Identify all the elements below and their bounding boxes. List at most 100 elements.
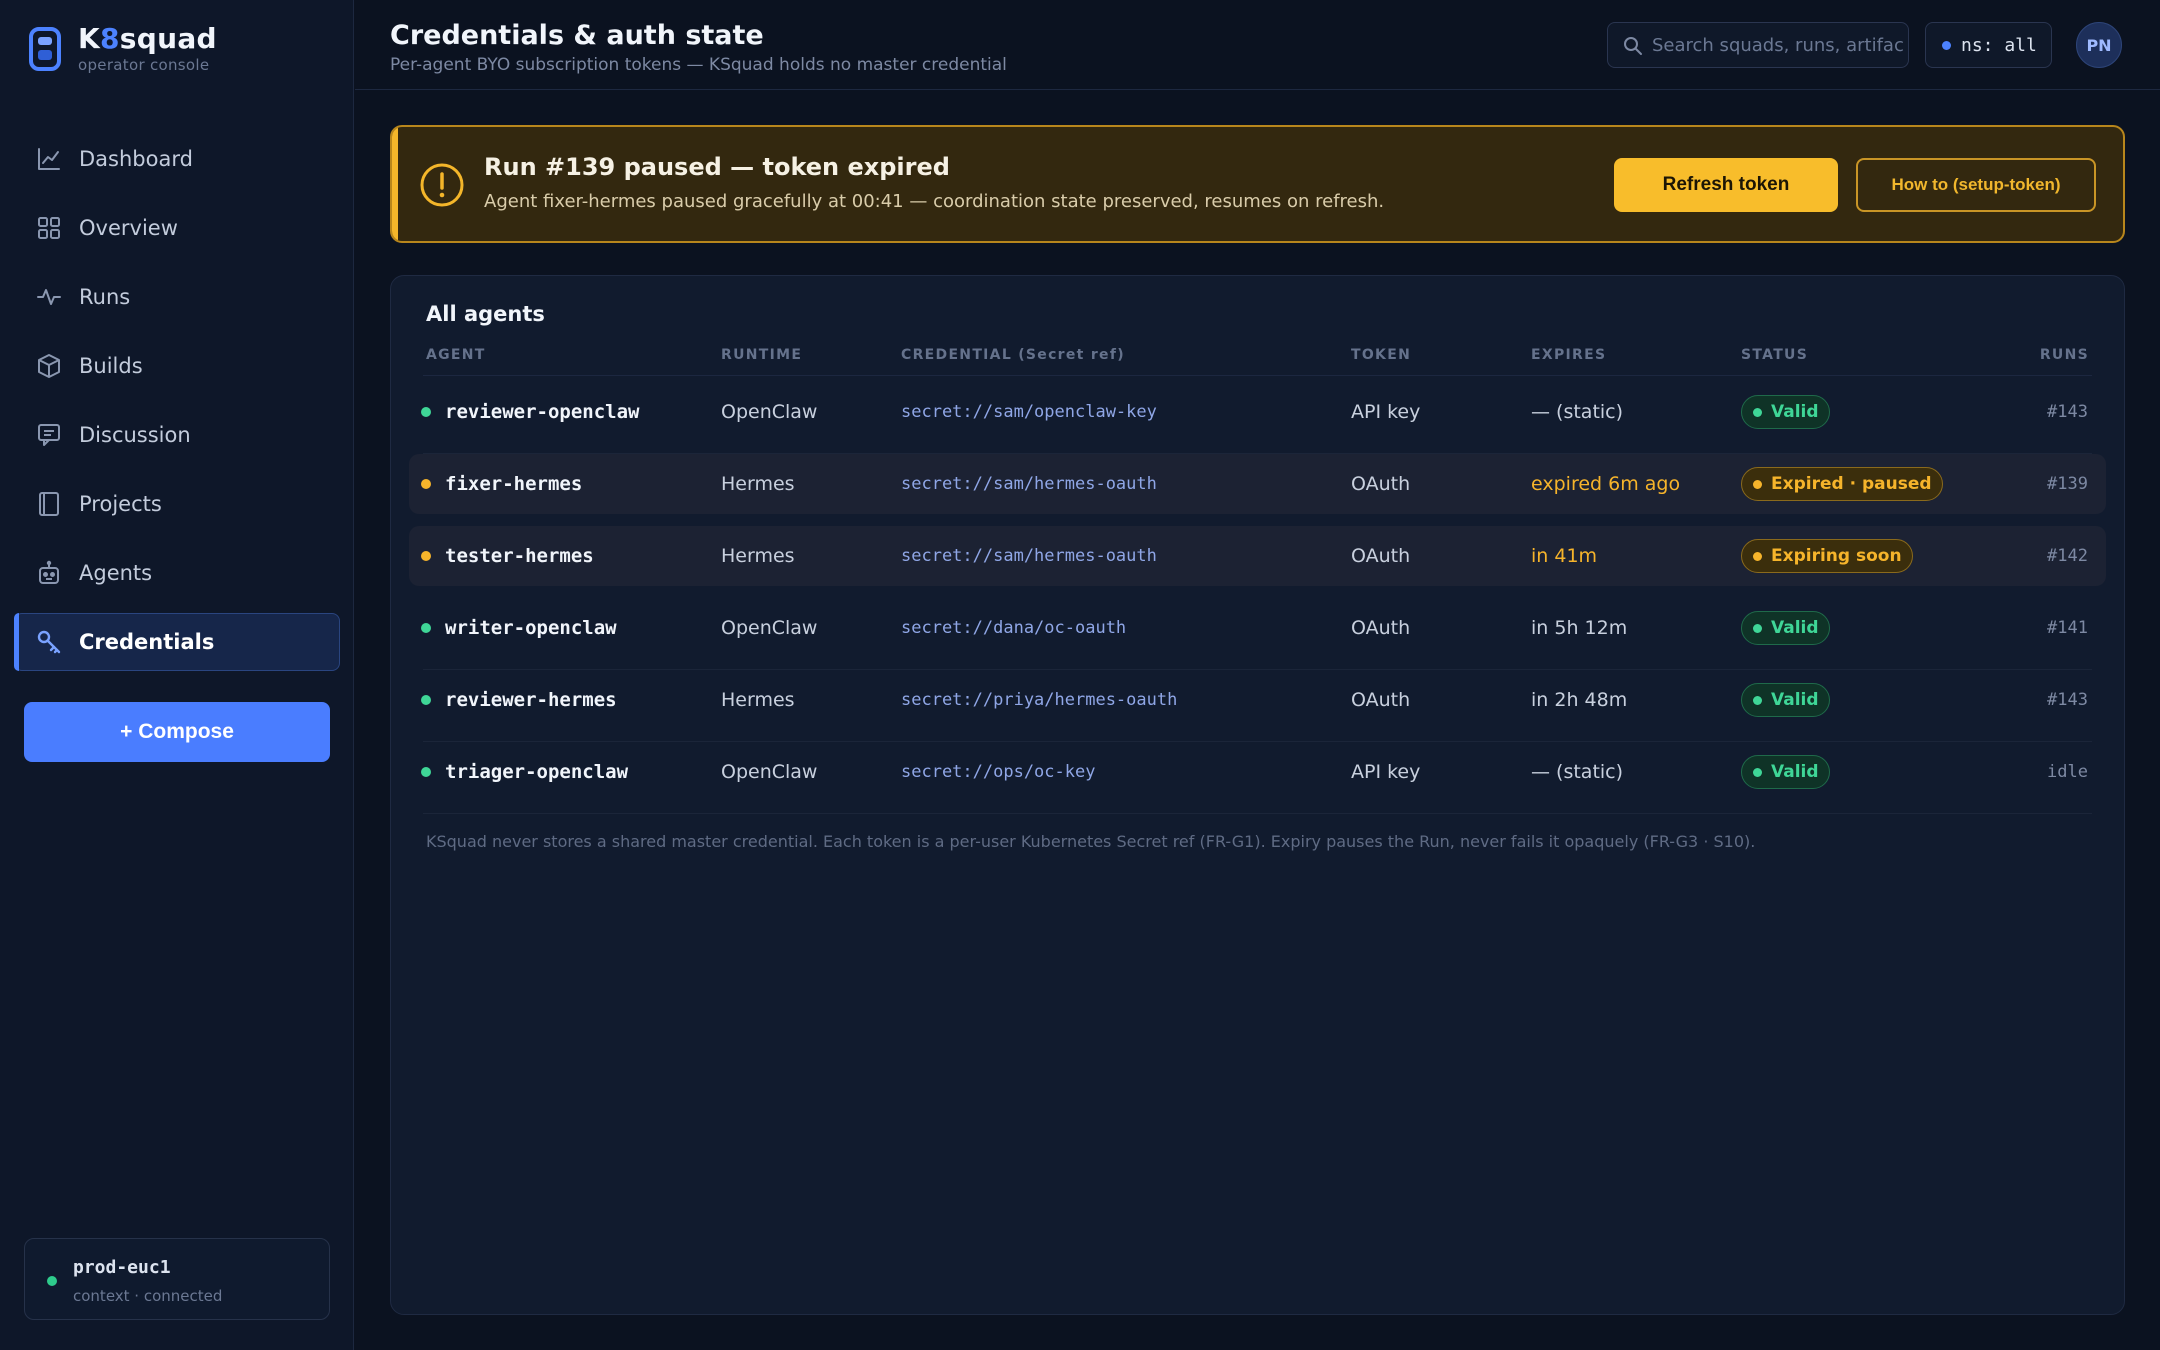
agent-status-dot [421,407,431,417]
expires: expired 6m ago [1531,473,1681,495]
connection-status-dot [47,1276,57,1286]
credential-policy-note: KSquad never stores a shared master cred… [426,832,1756,851]
status-badge: Expiring soon [1741,539,1913,573]
credential-ref[interactable]: secret://priya/hermes-oauth [901,670,1177,730]
token-type: OAuth [1351,689,1411,711]
sidebar-item-label: Agents [79,561,153,585]
chart-line-icon [38,148,60,170]
expires: — (static) [1531,761,1624,783]
runtime: Hermes [721,473,795,495]
status-badge: Expired · paused [1741,467,1943,501]
sidebar-item-label: Runs [79,285,131,309]
box-icon [38,354,60,378]
runs-link[interactable]: #143 [2047,670,2088,730]
column-header-agent: AGENT [426,347,486,363]
sidebar: K8squad operator console Dashboard Overv… [0,0,354,1350]
runtime: OpenClaw [721,401,818,423]
k8squad-logo-icon [29,27,61,71]
sidebar-item-runs[interactable]: Runs [14,268,340,326]
sidebar-item-label: Dashboard [79,147,193,171]
runtime: OpenClaw [721,617,818,639]
column-header-expires: EXPIRES [1531,347,1607,363]
cluster-status: context · connected [73,1287,223,1305]
cluster-context[interactable]: prod-euc1 context · connected [24,1238,330,1320]
status-badge: Valid [1741,755,1830,789]
page-subtitle: Per-agent BYO subscription tokens — KSqu… [390,55,1007,75]
agent-status-dot [421,623,431,633]
runtime: Hermes [721,545,795,567]
namespace-label: ns: all [1961,34,2037,56]
token-type: API key [1351,401,1421,423]
avatar[interactable]: PN [2076,22,2122,68]
agent-status-dot [421,767,431,777]
setup-token-help-button[interactable]: How to (setup-token) [1856,158,2096,212]
brand-subtitle: operator console [78,56,210,74]
header-divider [423,375,2092,376]
alert-message: Agent fixer-hermes paused gracefully at … [484,191,1385,212]
compose-button[interactable]: + Compose [24,702,330,762]
status-badge: Valid [1741,395,1830,429]
table-row[interactable]: triager-openclaw OpenClaw secret://ops/o… [409,742,2106,814]
runs-link[interactable]: idle [2047,742,2088,802]
agent-status-dot [421,551,431,561]
runtime: Hermes [721,689,795,711]
token-type: API key [1351,761,1421,783]
agent-status-dot [421,695,431,705]
agent-name: writer-openclaw [445,617,617,639]
sidebar-item-discussion[interactable]: Discussion [14,406,340,464]
agent-name: fixer-hermes [445,473,583,495]
activity-icon [37,289,61,305]
namespace-dot [1942,40,1951,50]
runs-link[interactable]: #141 [2047,598,2088,658]
column-header-runs: RUNS [2039,347,2089,363]
credential-ref[interactable]: secret://sam/hermes-oauth [901,454,1157,514]
key-icon [37,630,61,654]
alert-title: Run #139 paused — token expired [484,153,950,181]
sidebar-item-builds[interactable]: Builds [14,337,340,395]
table-row[interactable]: fixer-hermes Hermes secret://sam/hermes-… [409,454,2106,514]
sidebar-item-credentials[interactable]: Credentials [14,613,340,671]
runs-link[interactable]: #139 [2047,454,2088,514]
agent-name: triager-openclaw [445,761,629,783]
sidebar-nav: Dashboard Overview Runs Builds Discussio… [14,130,340,682]
namespace-selector[interactable]: ns: all [1925,22,2052,68]
sidebar-item-projects[interactable]: Projects [14,475,340,533]
credential-ref[interactable]: secret://dana/oc-oauth [901,598,1126,658]
sidebar-item-label: Overview [79,216,178,240]
table-row[interactable]: reviewer-openclaw OpenClaw secret://sam/… [409,382,2106,454]
chat-icon [38,424,60,446]
brand-name: K8squad [78,22,217,55]
table-row[interactable]: reviewer-hermes Hermes secret://priya/he… [409,670,2106,742]
column-header-runtime: RUNTIME [721,347,803,363]
status-badge: Valid [1741,611,1830,645]
search-box[interactable] [1607,22,1909,68]
expires: in 2h 48m [1531,689,1628,711]
sidebar-item-agents[interactable]: Agents [14,544,340,602]
token-type: OAuth [1351,545,1411,567]
credential-ref[interactable]: secret://ops/oc-key [901,742,1095,802]
agent-name: tester-hermes [445,545,594,567]
sidebar-item-dashboard[interactable]: Dashboard [14,130,340,188]
sidebar-item-label: Projects [79,492,162,516]
expires: in 5h 12m [1531,617,1628,639]
expires: — (static) [1531,401,1624,423]
search-input[interactable] [1652,23,1904,67]
runs-link[interactable]: #142 [2047,526,2088,586]
refresh-token-button[interactable]: Refresh token [1614,158,1838,212]
brand[interactable]: K8squad operator console [28,24,217,74]
credential-ref[interactable]: secret://sam/hermes-oauth [901,526,1157,586]
token-expired-alert: Run #139 paused — token expired Agent fi… [390,125,2125,243]
panel-title: All agents [426,302,545,326]
cluster-name: prod-euc1 [73,1257,171,1278]
table-row[interactable]: tester-hermes Hermes secret://sam/hermes… [409,526,2106,586]
runs-link[interactable]: #143 [2047,382,2088,442]
table-row[interactable]: writer-openclaw OpenClaw secret://dana/o… [409,598,2106,670]
book-icon [39,492,59,516]
runtime: OpenClaw [721,761,818,783]
sidebar-item-label: Credentials [79,630,215,654]
sidebar-item-overview[interactable]: Overview [14,199,340,257]
column-header-status: STATUS [1741,347,1809,363]
column-header-credential: CREDENTIAL (Secret ref) [901,347,1125,363]
agents-panel: All agents AGENT RUNTIME CREDENTIAL (Sec… [390,275,2125,1315]
credential-ref[interactable]: secret://sam/openclaw-key [901,382,1157,442]
